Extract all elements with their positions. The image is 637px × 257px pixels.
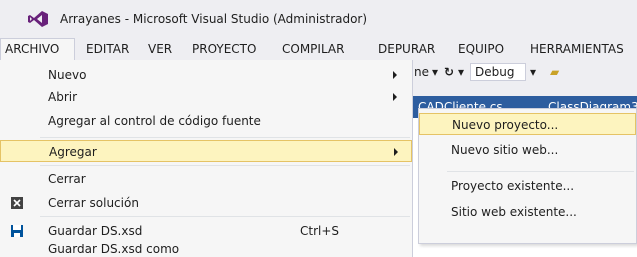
menu-item-guardar[interactable]: Guardar DS.xsd Ctrl+S [0, 220, 412, 242]
menu-item-shortcut: Ctrl+S [300, 224, 340, 238]
submenu-arrow-icon [393, 93, 397, 101]
submenu-arrow-icon [394, 148, 398, 156]
submenu-item-nuevo-proyecto[interactable]: Nuevo proyecto... [419, 113, 636, 135]
title-bar: Arrayanes - Microsoft Visual Studio (Adm… [0, 0, 637, 38]
menu-item-cerrar-solucion[interactable]: Cerrar solución [0, 192, 412, 214]
visual-studio-logo-icon [28, 11, 48, 27]
menu-item-label: Abrir [48, 90, 78, 104]
toolbar: ne ▾ ↻ ▾ Debug ▾ ▰ [410, 60, 637, 84]
menu-item-abrir[interactable]: Abrir [0, 86, 412, 108]
menu-item-label: Guardar DS.xsd [48, 224, 143, 238]
menu-separator [40, 165, 410, 166]
build-icon[interactable]: ▰ [550, 65, 559, 79]
toolbar-partial-text: ne [414, 65, 429, 79]
submenu-item-nuevo-sitio-web[interactable]: Nuevo sitio web... [419, 139, 636, 161]
menu-equipo[interactable]: EQUIPO [452, 38, 510, 60]
menu-herramientas[interactable]: HERRAMIENTAS [524, 38, 630, 60]
menu-item-label: Agregar al control de código fuente [48, 114, 261, 128]
refresh-icon[interactable]: ↻ [444, 65, 454, 79]
config-combo[interactable]: Debug [470, 63, 526, 81]
dropdown-arrow-icon[interactable]: ▾ [530, 65, 536, 79]
menu-item-guardar-como[interactable]: Guardar DS.xsd como [0, 244, 412, 257]
menu-item-cerrar[interactable]: Cerrar [0, 168, 412, 190]
menu-separator [40, 137, 410, 138]
save-icon [11, 225, 23, 237]
submenu-arrow-icon [393, 71, 397, 79]
menu-item-agregar[interactable]: Agregar [0, 140, 412, 162]
menu-proyecto[interactable]: PROYECTO [186, 38, 262, 60]
menu-item-label: Guardar DS.xsd como [48, 244, 180, 256]
dropdown-arrow-icon[interactable]: ▾ [458, 65, 464, 79]
menu-archivo[interactable]: ARCHIVO [0, 38, 75, 60]
archivo-menu: Nuevo Abrir Agregar al control de código… [0, 60, 413, 257]
agregar-submenu: Nuevo proyecto... Nuevo sitio web... Pro… [418, 108, 637, 244]
menu-depurar[interactable]: DEPURAR [372, 38, 441, 60]
dropdown-arrow-icon[interactable]: ▾ [432, 65, 438, 79]
menu-item-label: Nuevo proyecto... [452, 118, 559, 132]
menu-item-source-control[interactable]: Agregar al control de código fuente [0, 110, 412, 132]
menu-separator [40, 216, 410, 217]
menu-item-label: Agregar [49, 145, 97, 159]
config-value: Debug [475, 65, 515, 79]
menu-item-label: Cerrar [48, 172, 86, 186]
menu-separator [447, 171, 634, 172]
submenu-item-proyecto-existente[interactable]: Proyecto existente... [419, 175, 636, 197]
menu-item-label: Proyecto existente... [451, 179, 575, 193]
menu-item-label: Cerrar solución [48, 196, 139, 210]
window-title: Arrayanes - Microsoft Visual Studio (Adm… [60, 12, 368, 26]
menu-ver[interactable]: VER [142, 38, 178, 60]
menu-item-nuevo[interactable]: Nuevo [0, 64, 412, 86]
menu-bar: ARCHIVO EDITAR VER PROYECTO COMPILAR DEP… [0, 38, 637, 60]
submenu-item-sitio-web-existente[interactable]: Sitio web existente... [419, 201, 636, 223]
menu-editar[interactable]: EDITAR [80, 38, 135, 60]
menu-item-label: Nuevo [48, 68, 87, 82]
menu-item-label: Sitio web existente... [451, 205, 577, 219]
close-solution-icon [11, 197, 23, 209]
menu-compilar[interactable]: COMPILAR [276, 38, 350, 60]
menu-item-label: Nuevo sitio web... [451, 143, 559, 157]
